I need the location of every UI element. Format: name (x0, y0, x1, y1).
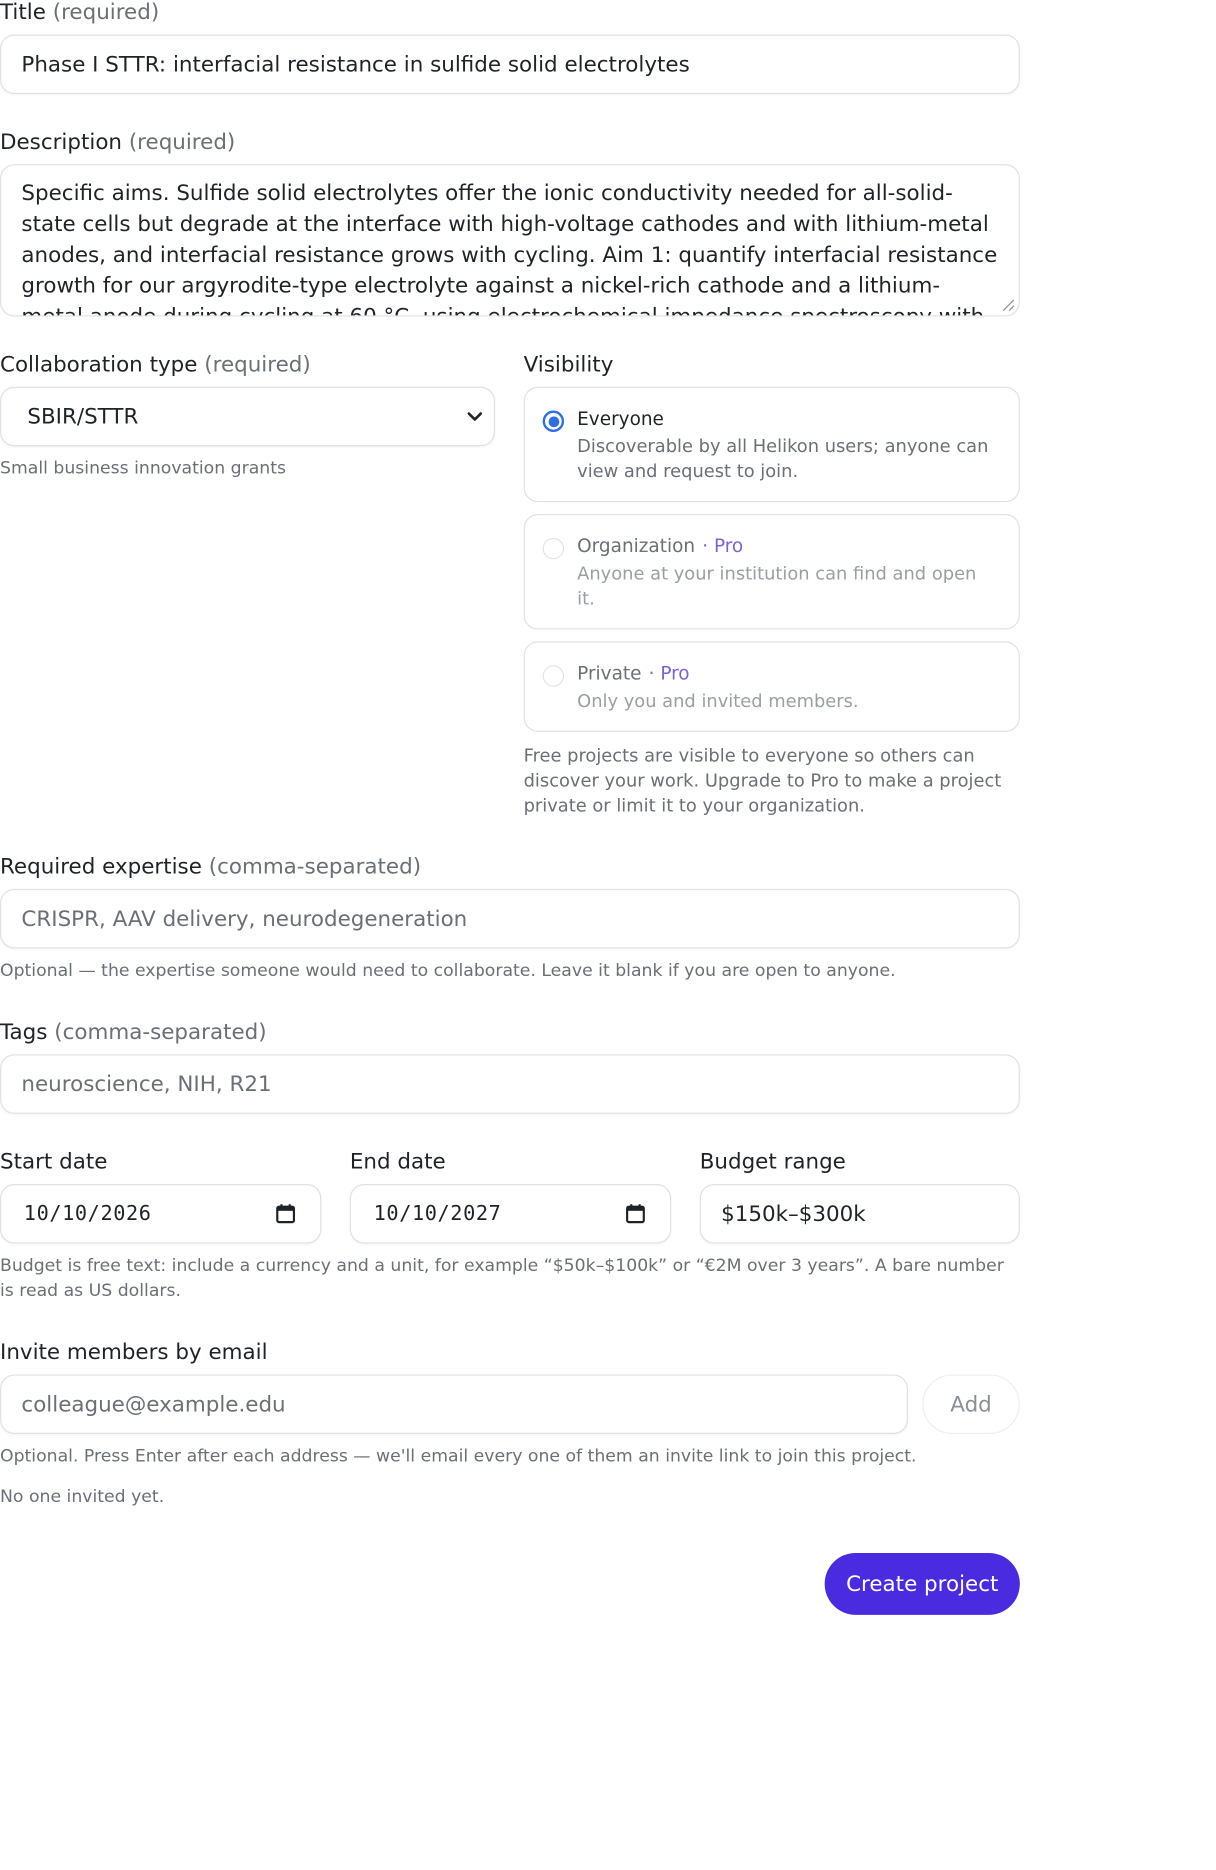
collaboration-field: Collaboration type (required) SBIR/STTR … (0, 352, 496, 818)
invite-row: colleague@example.edu Add (0, 1374, 1020, 1434)
title-input[interactable]: Phase I STTR: interfacial resistance in … (0, 34, 1020, 95)
end-date-label: End date (349, 1149, 446, 1175)
tags-suffix: (comma-separated) (54, 1019, 267, 1045)
start-date-field: Start date 10/10/2026 (0, 1149, 322, 1244)
add-invite-label: Add (950, 1391, 992, 1417)
description-required: (required) (128, 129, 236, 155)
invite-placeholder: colleague@example.edu (21, 1391, 286, 1417)
expertise-placeholder: CRISPR, AAV delivery, neurodegeneration (21, 906, 468, 932)
pro-badge: · Pro (648, 662, 690, 685)
invite-label: Invite members by email (0, 1339, 268, 1365)
visibility-everyone-desc: Discoverable by all Helikon users; anyon… (577, 435, 989, 482)
tags-label-text: Tags (0, 1019, 48, 1045)
collab-visibility-row: Collaboration type (required) SBIR/STTR … (0, 352, 1020, 818)
add-invite-button[interactable]: Add (922, 1374, 1020, 1434)
title-label: Title (required) (0, 0, 1020, 26)
radio-private[interactable] (542, 665, 565, 687)
expertise-hint: Optional — the expertise someone would n… (0, 961, 896, 981)
visibility-option-private[interactable]: Private · Pro Only you and invited member… (523, 641, 1020, 732)
resize-handle-icon[interactable] (1001, 298, 1015, 312)
collaboration-selected: SBIR/STTR (27, 404, 139, 429)
invite-email-input[interactable]: colleague@example.edu (0, 1374, 908, 1434)
collaboration-label-text: Collaboration type (0, 352, 198, 378)
tags-input[interactable]: neuroscience, NIH, R21 (0, 1054, 1020, 1114)
private-title-text: Private (577, 662, 642, 685)
calendar-icon[interactable] (625, 1203, 646, 1224)
create-project-button[interactable]: Create project (824, 1552, 1020, 1615)
project-form: Title (required) Phase I STTR: interfaci… (0, 0, 1216, 1615)
collaboration-label: Collaboration type (required) (0, 352, 495, 378)
start-date-value: 10/10/2026 (23, 1201, 152, 1226)
visibility-organization-desc: Anyone at your institution can find and … (577, 562, 977, 610)
invite-field: Invite members by email colleague@exampl… (0, 1340, 1020, 1510)
collaboration-required: (required) (204, 352, 311, 378)
budget-input[interactable]: $150k–$300k (699, 1184, 1020, 1244)
dates-row: Start date 10/10/2026 End date 10/10/202… (0, 1150, 1020, 1244)
pro-badge: · Pro (702, 535, 744, 557)
title-field: Title (required) Phase I STTR: interfaci… (0, 0, 1020, 95)
title-required: (required) (52, 0, 160, 25)
collaboration-hint: Small business innovation grants (0, 459, 286, 479)
end-date-value: 10/10/2027 (373, 1201, 502, 1226)
calendar-icon[interactable] (275, 1203, 296, 1224)
end-date-input[interactable]: 10/10/2027 (349, 1184, 672, 1244)
visibility-note: Free projects are visible to everyone so… (523, 744, 1002, 817)
chevron-down-icon (467, 412, 483, 421)
tags-label: Tags (comma-separated) (0, 1020, 1020, 1046)
invite-hint: Optional. Press Enter after each address… (0, 1447, 917, 1467)
tags-placeholder: neuroscience, NIH, R21 (21, 1071, 272, 1097)
visibility-option-everyone[interactable]: Everyone Discoverable by all Helikon use… (523, 386, 1020, 503)
description-label-text: Description (0, 129, 122, 155)
title-value: Phase I STTR: interfacial resistance in … (21, 51, 690, 77)
organization-title-text: Organization (577, 535, 696, 557)
visibility-label: Visibility (523, 352, 614, 378)
expertise-label: Required expertise (comma-separated) (0, 854, 1020, 880)
collaboration-select[interactable]: SBIR/STTR (0, 386, 496, 447)
submit-row: Create project (0, 1552, 1020, 1615)
title-label-text: Title (0, 0, 46, 25)
budget-value: $150k–$300k (721, 1201, 866, 1227)
visibility-private-title: Private · Pro (577, 660, 997, 686)
invite-empty-state: No one invited yet. (0, 1487, 165, 1507)
expertise-field: Required expertise (comma-separated) CRI… (0, 854, 1020, 984)
expertise-suffix: (comma-separated) (208, 854, 422, 880)
description-textarea[interactable]: Specific aims. Sulfide solid electrolyte… (0, 164, 1020, 317)
description-label: Description (required) (0, 130, 1020, 156)
visibility-everyone-title: Everyone (577, 406, 997, 432)
expertise-label-text: Required expertise (0, 854, 202, 880)
visibility-organization-title: Organization · Pro (577, 533, 997, 559)
everyone-title-text: Everyone (577, 408, 664, 430)
budget-field: Budget range $150k–$300k (699, 1149, 1020, 1244)
budget-label: Budget range (699, 1149, 846, 1175)
dates-budget-field: Start date 10/10/2026 End date 10/10/202… (0, 1150, 1020, 1305)
budget-hint: Budget is free text: include a currency … (0, 1256, 1004, 1301)
start-date-label: Start date (0, 1149, 108, 1175)
visibility-option-organization[interactable]: Organization · Pro Anyone at your institu… (523, 514, 1020, 630)
tags-field: Tags (comma-separated) neuroscience, NIH… (0, 1020, 1020, 1114)
description-value: Specific aims. Sulfide solid electrolyte… (21, 180, 998, 315)
visibility-private-desc: Only you and invited members. (577, 690, 859, 712)
create-project-label: Create project (846, 1571, 999, 1597)
start-date-input[interactable]: 10/10/2026 (0, 1184, 322, 1244)
description-field: Description (required) Specific aims. Su… (0, 130, 1020, 317)
expertise-input[interactable]: CRISPR, AAV delivery, neurodegeneration (0, 888, 1020, 949)
radio-organization[interactable] (542, 537, 565, 560)
end-date-field: End date 10/10/2027 (349, 1149, 672, 1244)
radio-everyone[interactable] (542, 410, 565, 432)
visibility-field: Visibility Everyone Discoverable by all … (523, 352, 1020, 818)
